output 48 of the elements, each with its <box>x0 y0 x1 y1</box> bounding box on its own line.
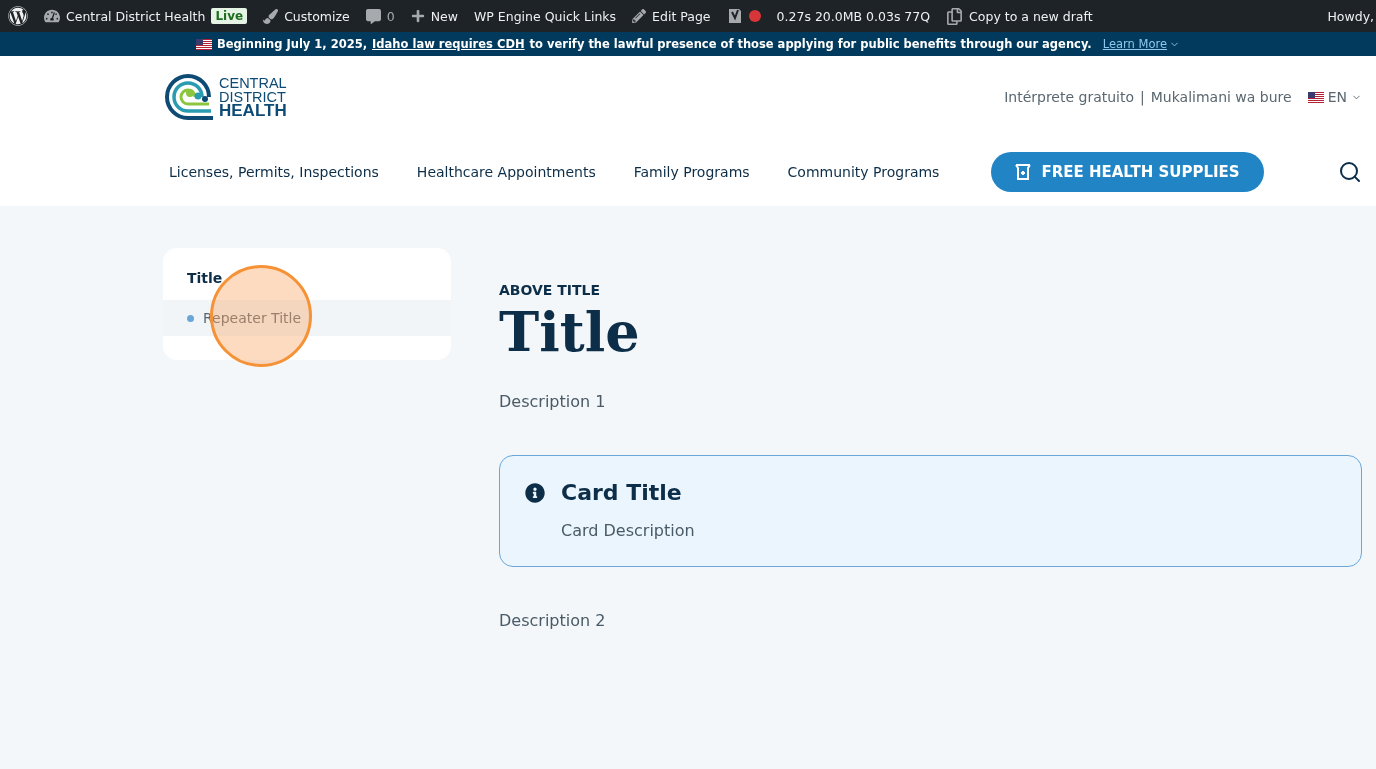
logo-text[interactable]: HEALTH <box>219 104 287 118</box>
card-description: Card Description <box>561 521 695 540</box>
performance-stats[interactable]: 0.27s 20.0MB 0.03s 77Q <box>776 8 931 24</box>
greeting-text[interactable]: Howdy, <box>1327 8 1376 24</box>
language-selector[interactable]: EN <box>1307 89 1362 105</box>
notice-text: Beginning July 1, 2025, <box>216 37 368 51</box>
quick-links-link[interactable]: WP Engine Quick Links <box>474 8 617 24</box>
live-badge: Live <box>211 8 248 24</box>
free-supplies-button[interactable]: FREE HEALTH SUPPLIES <box>991 152 1264 192</box>
card-title: Card Title <box>561 480 683 505</box>
separator: | <box>1140 89 1145 105</box>
copy-draft-link[interactable]: Copy to a new draft <box>969 8 1093 24</box>
interpreter-link[interactable]: Mukalimani wa bure <box>1150 89 1292 105</box>
customize-link[interactable]: Customize <box>284 8 350 24</box>
nav-link[interactable]: Healthcare Appointments <box>410 164 596 180</box>
plus-icon <box>410 9 425 23</box>
above-title: ABOVE TITLE <box>499 282 602 298</box>
nav-link[interactable]: Family Programs <box>627 164 750 180</box>
comment-count[interactable]: 0 <box>386 8 395 24</box>
brush-icon <box>263 8 279 24</box>
logo-text[interactable]: DISTRICT <box>219 90 287 104</box>
interpreter-link[interactable]: Intérprete gratuito <box>1004 89 1135 105</box>
logo-text[interactable]: CENTRAL <box>219 76 287 90</box>
learn-more-link[interactable]: Learn More <box>1102 37 1181 51</box>
nav-link[interactable]: Licenses, Permits, Inspections <box>163 164 379 180</box>
description-text: Description 1 <box>499 392 607 411</box>
comment-icon <box>365 8 381 24</box>
info-icon <box>525 483 545 503</box>
edit-page-link[interactable]: Edit Page <box>652 8 711 24</box>
status-dot <box>748 10 761 22</box>
new-link[interactable]: New <box>430 8 458 24</box>
logo-icon[interactable] <box>163 72 215 122</box>
search-button[interactable] <box>1338 160 1362 184</box>
us-flag-icon <box>195 38 212 50</box>
site-link[interactable]: Central District Health <box>66 8 206 24</box>
dashboard-icon <box>44 8 60 24</box>
wordpress-logo-icon[interactable] <box>8 6 28 26</box>
sidebar-title: Title <box>186 270 224 288</box>
supplies-icon <box>1013 162 1034 182</box>
notice-text: to verify the lawful presence of those applying for public benefits through our agency. <box>529 37 1092 51</box>
us-flag-icon <box>1307 91 1324 103</box>
page-title: Title <box>499 302 641 362</box>
notice-link[interactable]: Idaho law requires CDH <box>372 37 525 51</box>
copy-icon <box>946 7 964 25</box>
nav-link[interactable]: Community Programs <box>781 164 940 180</box>
seo-plugin-icon[interactable] <box>726 7 743 25</box>
pencil-icon <box>632 9 647 23</box>
description-text: Description 2 <box>499 611 607 630</box>
